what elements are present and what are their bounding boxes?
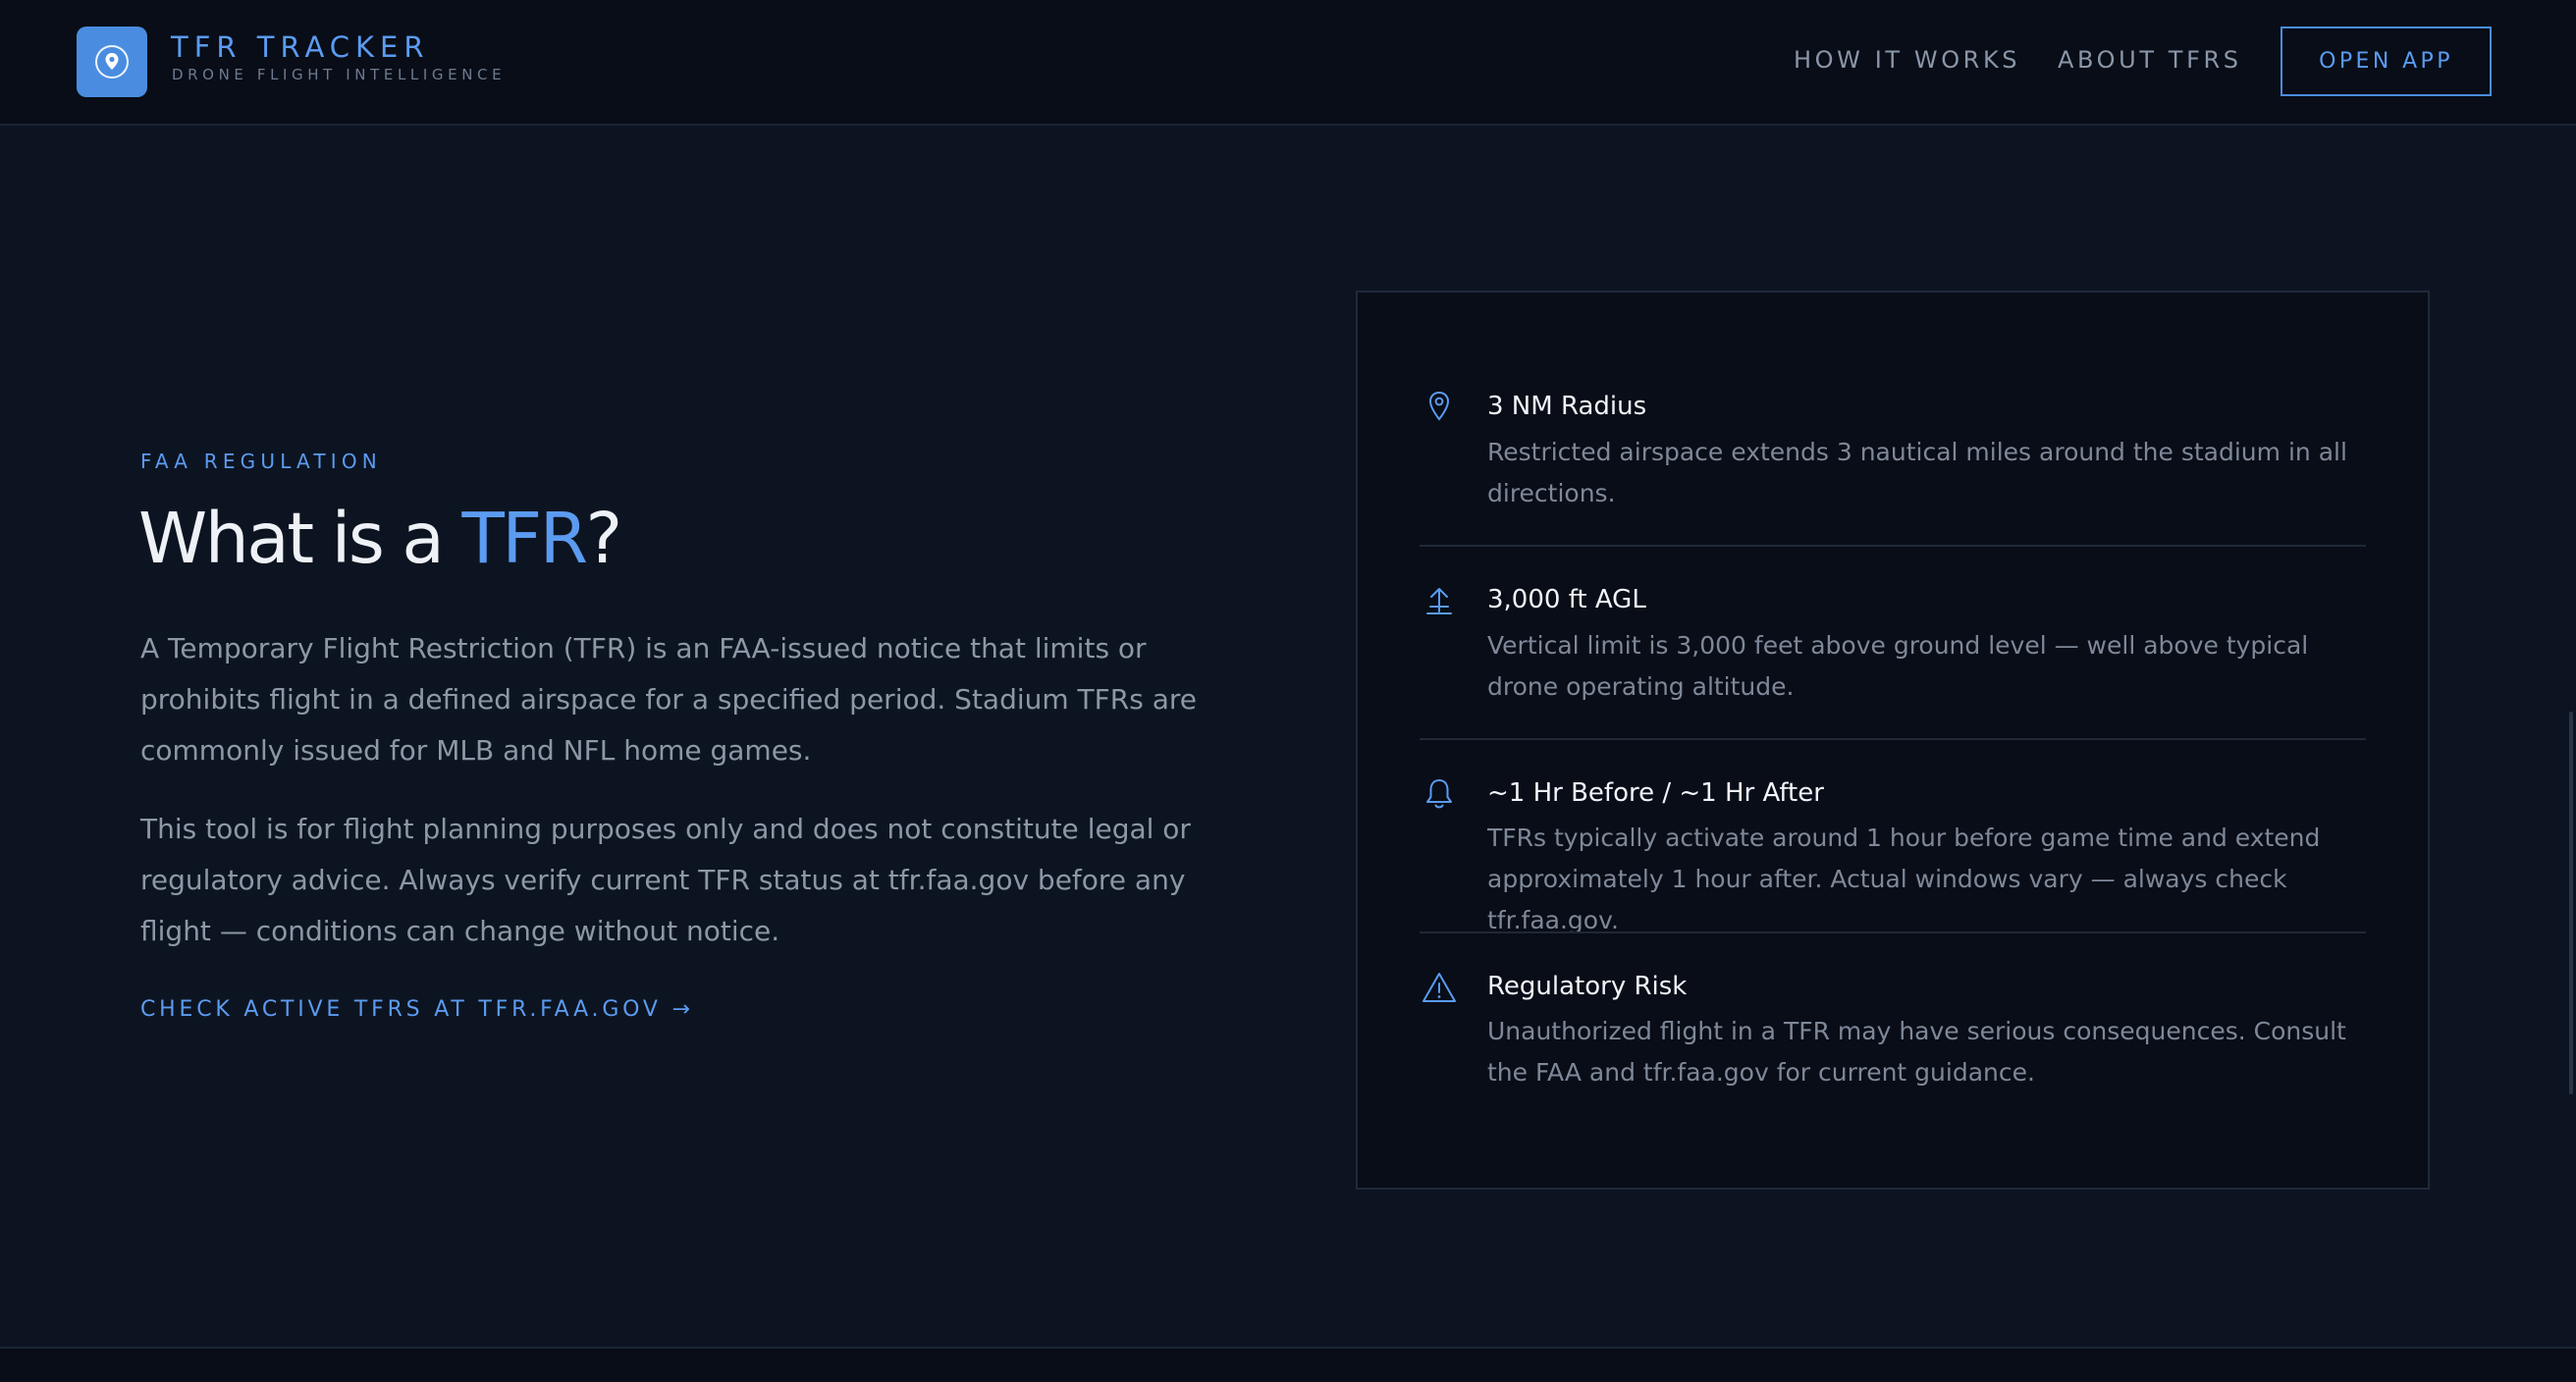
heading-suffix: ? xyxy=(585,498,623,579)
intro-paragraph: A Temporary Flight Restriction (TFR) is … xyxy=(140,632,1197,767)
fact-description: Restricted airspace extends 3 nautical m… xyxy=(1487,438,2347,507)
fact-divider xyxy=(1420,545,2366,547)
check-active-tfrs-link[interactable]: CHECK ACTIVE TFRS AT TFR.FAA.GOV → xyxy=(140,999,694,1021)
open-app-button[interactable]: OPEN APP xyxy=(2281,27,2492,96)
fact-divider xyxy=(1420,738,2366,740)
next-section-edge xyxy=(0,1347,2576,1382)
fact-divider xyxy=(1420,931,2366,933)
warning-triangle-icon xyxy=(1420,969,1459,1008)
fact-title: ~1 Hr Before / ~1 Hr After xyxy=(1487,778,1824,808)
fact-title: 3 NM Radius xyxy=(1487,392,1647,421)
nav-link-about-tfrs[interactable]: ABOUT TFRS xyxy=(2058,48,2242,72)
section-eyebrow: FAA REGULATION xyxy=(140,450,382,473)
scrollbar-thumb[interactable] xyxy=(2569,712,2573,1094)
disclaimer-paragraph: This tool is for flight planning purpose… xyxy=(140,813,1191,947)
fact-description: TFRs typically activate around 1 hour be… xyxy=(1487,824,2321,934)
nav-link-how-it-works[interactable]: HOW IT WORKS xyxy=(1794,48,2020,72)
brand-title[interactable]: TFR TRACKER xyxy=(171,33,430,62)
location-pin-icon xyxy=(95,45,129,79)
top-navigation: TFR TRACKER DRONE FLIGHT INTELLIGENCE HO… xyxy=(0,0,2576,126)
bell-icon xyxy=(1420,774,1459,814)
fact-title: 3,000 ft AGL xyxy=(1487,585,1646,614)
heading-prefix: What is a xyxy=(138,498,462,579)
fact-description: Unauthorized flight in a TFR may have se… xyxy=(1487,1017,2346,1087)
fact-description: Vertical limit is 3,000 feet above groun… xyxy=(1487,631,2309,701)
map-pin-icon xyxy=(1420,387,1459,426)
logo-badge[interactable] xyxy=(77,27,147,97)
altitude-arrow-icon xyxy=(1420,582,1459,621)
heading-accent: TFR xyxy=(461,498,588,579)
fact-title: Regulatory Risk xyxy=(1487,972,1688,1001)
brand-subtitle: DRONE FLIGHT INTELLIGENCE xyxy=(172,66,507,83)
section-heading: What is a TFR? xyxy=(138,504,622,573)
